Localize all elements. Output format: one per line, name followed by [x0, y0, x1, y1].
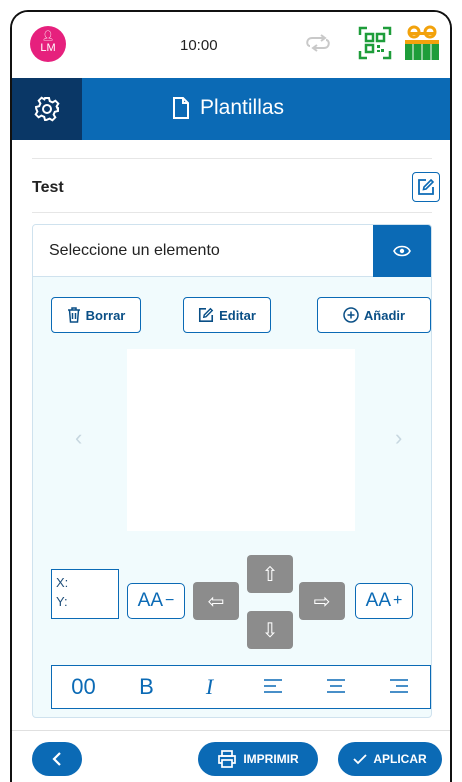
element-selector[interactable]: Seleccione un elemento: [33, 225, 431, 277]
align-center-button[interactable]: [316, 674, 356, 700]
increase-font-label: AA: [365, 590, 391, 611]
move-down-button[interactable]: ⇩: [247, 611, 293, 649]
preview-toggle-button[interactable]: [373, 225, 431, 277]
align-center-icon: [326, 679, 345, 693]
align-left-icon: [263, 679, 282, 693]
delete-button[interactable]: Borrar: [51, 297, 141, 333]
edit-icon: [418, 178, 435, 195]
person-icon: 👤︎: [41, 31, 55, 42]
coordinates-field: X: Y:: [51, 569, 119, 619]
chevron-left-icon: [52, 752, 61, 766]
app-header: Plantillas: [12, 78, 450, 140]
plus-icon: +: [393, 592, 403, 609]
apply-button-label: APLICAR: [373, 752, 427, 766]
move-left-button[interactable]: ⇦: [193, 582, 239, 620]
align-right-icon: [389, 679, 408, 693]
divider: [32, 212, 432, 213]
edit-button[interactable]: Editar: [183, 297, 271, 333]
footer-divider: [12, 730, 450, 731]
text-format-toolbar: 00 B I: [51, 665, 431, 709]
arrow-down-icon: ⇩: [261, 619, 279, 642]
apply-button[interactable]: APLICAR: [338, 742, 442, 776]
bold-button[interactable]: B: [127, 674, 167, 700]
previous-element-icon[interactable]: ‹: [75, 425, 82, 451]
print-button[interactable]: IMPRIMIR: [198, 742, 318, 776]
back-button[interactable]: [32, 742, 82, 776]
settings-button[interactable]: [12, 78, 82, 140]
app-frame: 👤︎ LM 10:00 Plantillas Test Seleccione u…: [10, 10, 452, 782]
status-bar: 👤︎ LM 10:00: [12, 12, 450, 78]
move-up-button[interactable]: ⇧: [247, 555, 293, 593]
delete-button-label: Borrar: [85, 307, 126, 323]
label-preview: [127, 349, 355, 531]
font-size-value[interactable]: 00: [64, 674, 104, 700]
edit-button-label: Editar: [219, 307, 256, 323]
avatar[interactable]: 👤︎ LM: [30, 26, 66, 62]
element-editor-panel: Seleccione un elemento Borrar Editar Aña…: [32, 224, 432, 718]
document-icon: [173, 97, 189, 119]
align-left-button[interactable]: [253, 674, 293, 700]
italic-button[interactable]: I: [190, 674, 230, 700]
plus-circle-icon: [343, 307, 359, 323]
move-right-button[interactable]: ⇨: [299, 582, 345, 620]
eye-icon: [393, 245, 411, 257]
edit-template-button[interactable]: [412, 172, 440, 202]
page-title-text: Plantillas: [200, 96, 285, 119]
clock: 10:00: [180, 37, 218, 54]
add-button-label: Añadir: [363, 307, 406, 323]
page-title: Plantillas: [172, 96, 284, 120]
x-coordinate-label: X:: [56, 575, 69, 590]
printer-icon: [218, 750, 237, 768]
arrow-up-icon: ⇧: [261, 563, 279, 586]
arrow-left-icon: ⇦: [207, 590, 225, 613]
print-button-label: IMPRIMIR: [243, 752, 299, 766]
battery-icon: [405, 25, 439, 60]
trash-icon: [67, 307, 80, 323]
divider: [32, 158, 432, 159]
decrease-font-size-button[interactable]: AA −: [127, 583, 185, 619]
edit-icon: [199, 307, 214, 323]
decrease-font-label: AA: [137, 590, 163, 611]
minus-icon: −: [165, 592, 175, 609]
add-button[interactable]: Añadir: [317, 297, 431, 333]
increase-font-size-button[interactable]: AA +: [355, 583, 413, 619]
next-element-icon[interactable]: ›: [395, 425, 402, 451]
arrow-right-icon: ⇨: [313, 590, 331, 613]
template-name: Test: [32, 179, 64, 196]
avatar-initials: LM: [40, 42, 56, 54]
sync-icon: [306, 34, 330, 52]
y-coordinate-label: Y:: [56, 594, 68, 609]
check-icon: [353, 754, 367, 765]
align-right-button[interactable]: [379, 674, 419, 700]
qr-code-icon[interactable]: [358, 26, 392, 60]
element-select-label: Seleccione un elemento: [49, 242, 220, 259]
gear-icon: [34, 96, 60, 122]
